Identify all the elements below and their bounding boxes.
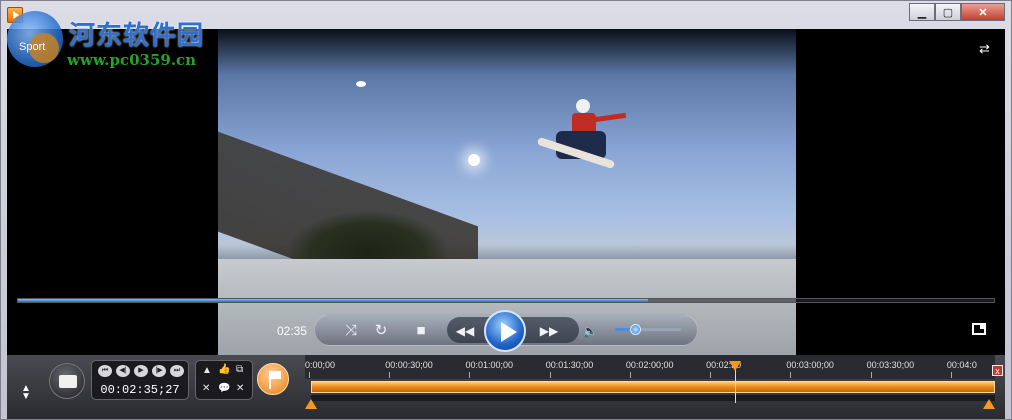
play-button[interactable] — [484, 310, 526, 352]
minimize-button[interactable]: ▁ — [909, 3, 935, 21]
watermark: Sport 河东软件园 www.pc0359.cn — [7, 11, 247, 73]
ruler-tick-label: 00:00:30;00 — [385, 360, 433, 370]
stop-button[interactable]: ■ — [410, 322, 432, 340]
open-folder-button[interactable] — [49, 363, 85, 399]
first-frame-button[interactable]: ⏮ — [98, 365, 112, 377]
window-controls: ▁ ▢ ✕ — [909, 3, 1005, 21]
edit-group: ▲ 👍 ⧉ ✕ 💬 ✕ — [195, 360, 253, 400]
thumbs-up-icon[interactable]: 👍 — [218, 364, 230, 375]
ruler-tick-label: 00:03:00;00 — [786, 360, 834, 370]
pip-icon[interactable]: ⇄ — [979, 41, 990, 57]
volume-icon[interactable]: 🔈 — [579, 322, 601, 340]
volume-knob[interactable] — [629, 324, 641, 335]
ruler-tick-label: 00:04:0 — [946, 360, 977, 370]
skater-head — [576, 99, 590, 113]
watermark-url: www.pc0359.cn — [67, 51, 197, 69]
fullscreen-icon[interactable] — [972, 323, 986, 335]
volume-slider[interactable] — [615, 324, 681, 335]
snapshot-icon[interactable]: ⧉ — [236, 364, 243, 375]
close-button[interactable]: ✕ — [961, 3, 1005, 21]
ruler-tick-label: 00:01:30;00 — [545, 360, 594, 370]
elapsed-time: 02:35 — [277, 324, 308, 338]
ruler-tick-mark — [469, 372, 471, 378]
skater-arm — [593, 112, 627, 123]
progress-fill — [18, 299, 648, 302]
mark-up-icon[interactable]: ▲ — [202, 365, 212, 376]
timeline-bar[interactable] — [311, 381, 995, 393]
maximize-button[interactable]: ▢ — [935, 3, 961, 21]
ruler-tick-label: 00:03:30;00 — [866, 360, 915, 370]
close-timeline-icon[interactable]: x — [992, 365, 1003, 376]
ruler-tick-mark — [549, 372, 551, 378]
ruler-tick-label: 0:00;00 — [305, 360, 336, 370]
watermark-logo-text: Sport — [19, 41, 46, 53]
watermark-logo-icon — [7, 11, 63, 67]
rewind-button[interactable]: ◀◀ — [451, 322, 479, 340]
timeline-lower — [311, 395, 995, 401]
timeline-ruler[interactable]: 0:00;00 00:00:30;00 00:01:00;00 00:01:30;00… — [305, 355, 995, 379]
sun-flare — [468, 154, 480, 166]
forward-button[interactable]: ▶▶ — [535, 322, 563, 340]
transport-group: ⏮ ◀| ▶ |▶ ⏭ 00:02:35;27 — [91, 360, 189, 400]
repeat-button[interactable]: ↻ — [370, 322, 392, 340]
player-window: ▁ ▢ ✕ Sport 河东软件园 www.pc0359.cn ⇄ 02:35 … — [0, 0, 1012, 420]
cut-icon[interactable]: ✕ — [202, 383, 210, 394]
flag-button[interactable] — [257, 363, 289, 395]
ruler-tick-mark — [309, 372, 310, 378]
ruler-tick-label: 00:02:00;00 — [625, 360, 674, 370]
skater-figure — [536, 99, 627, 179]
ruler-tick-label: 00:01:00;00 — [465, 360, 513, 370]
video-area[interactable]: ⇄ 02:35 ⤨ ↻ ■ ◀◀ ▶▶ 🔈 — [7, 29, 1005, 355]
mute-icon[interactable]: ✕ — [236, 383, 244, 394]
ruler-tick-mark — [629, 372, 631, 378]
ruler-tick-mark — [950, 372, 952, 378]
crossfade-button[interactable]: ⤨ — [340, 322, 362, 340]
comment-icon[interactable]: 💬 — [218, 383, 230, 394]
watermark-title: 河东软件园 — [69, 21, 205, 51]
bottom-bar: ▲ ▼ ⏮ ◀| ▶ |▶ ⏭ 00:02:35;27 ▲ 👍 ⧉ ✕ 💬 ✕ 0… — [7, 355, 1005, 419]
collapse-icon[interactable]: ▲ ▼ — [21, 384, 31, 402]
play-small-button[interactable]: ▶ — [134, 365, 148, 377]
next-frame-button[interactable]: |▶ — [152, 365, 166, 377]
bird-shape — [356, 81, 366, 87]
progress-bar[interactable] — [17, 298, 995, 303]
ruler-tick-mark — [389, 372, 391, 378]
timecode-display: 00:02:35;27 — [100, 383, 180, 397]
prev-frame-button[interactable]: ◀| — [116, 365, 130, 377]
video-frame[interactable] — [218, 29, 796, 355]
last-frame-button[interactable]: ⏭ — [170, 365, 184, 377]
ruler-tick-mark — [790, 372, 792, 378]
ruler-tick-mark — [870, 372, 872, 378]
ruler-tick-mark — [710, 372, 712, 378]
